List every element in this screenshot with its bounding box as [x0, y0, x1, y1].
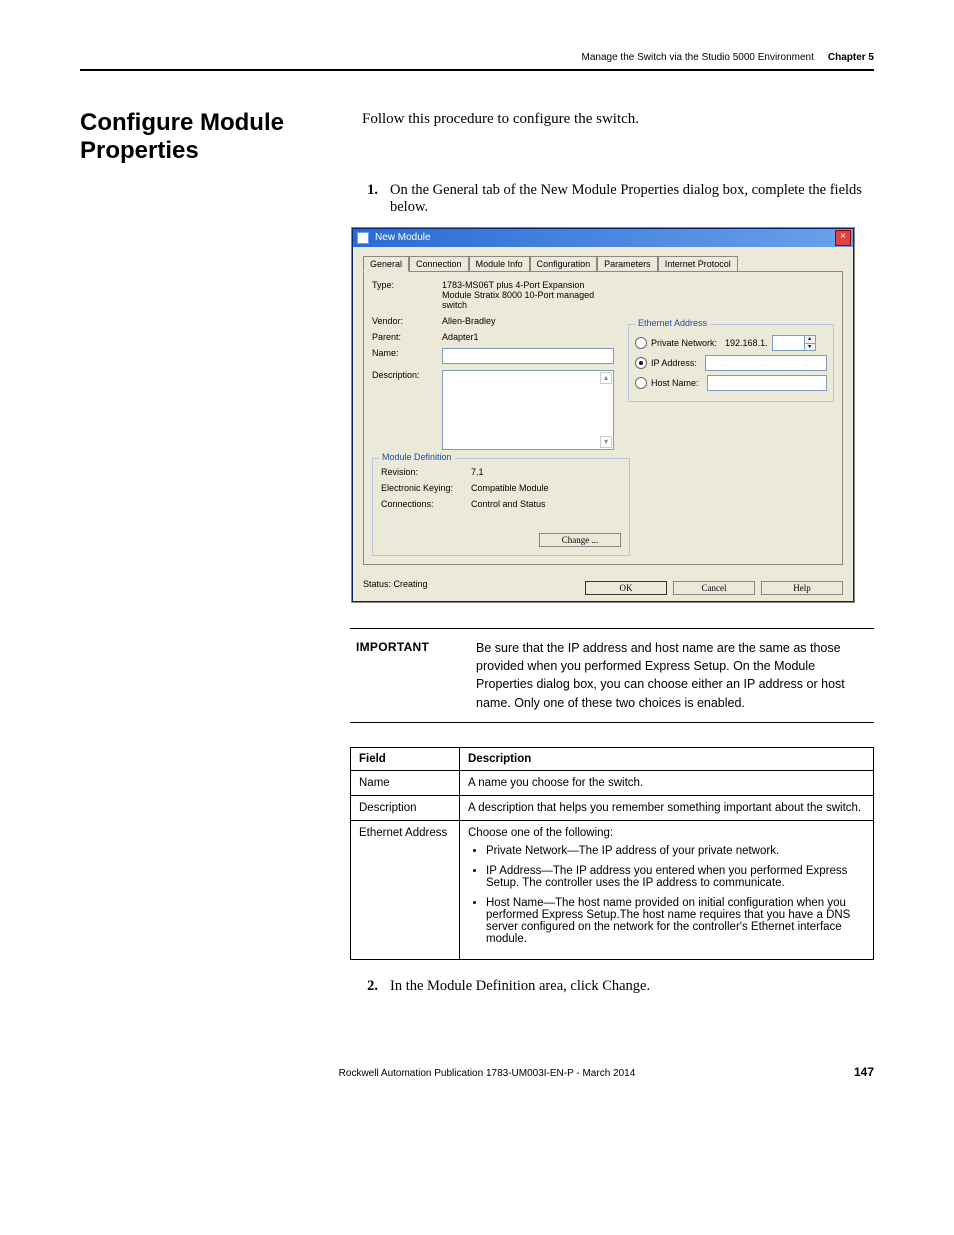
- cell-desc-list: Private Network—The IP address of your p…: [468, 845, 865, 945]
- cell-desc: A name you choose for the switch.: [460, 770, 874, 795]
- list-item: IP Address—The IP address you entered wh…: [486, 865, 865, 889]
- private-network-label: Private Network:: [651, 338, 717, 348]
- cell-field: Description: [351, 795, 460, 820]
- module-definition-group: Module Definition Revision: 7.1 Electron…: [372, 458, 630, 556]
- step-list-2: 2. In the Module Definition area, click …: [362, 978, 874, 995]
- page-number: 147: [854, 1065, 874, 1079]
- scroll-up-icon[interactable]: ▴: [600, 372, 612, 384]
- page: Manage the Switch via the Studio 5000 En…: [0, 0, 954, 1119]
- list-item: Host Name—The host name provided on init…: [486, 897, 865, 945]
- scroll-down-icon[interactable]: ▾: [600, 436, 612, 448]
- host-name-radio[interactable]: [635, 377, 647, 389]
- connections-label: Connections:: [381, 499, 471, 509]
- ip-address-radio[interactable]: [635, 357, 647, 369]
- connections-value: Control and Status: [471, 499, 621, 509]
- running-header: Manage the Switch via the Studio 5000 En…: [80, 52, 874, 71]
- dialog-footer: Status: Creating OK Cancel Help: [363, 573, 843, 595]
- type-label: Type:: [372, 280, 442, 310]
- private-network-row[interactable]: Private Network: 192.168.1. ▴▾: [635, 335, 827, 351]
- ethernet-legend: Ethernet Address: [635, 318, 710, 328]
- electronic-keying-label: Electronic Keying:: [381, 483, 471, 493]
- dialog-title: New Module: [375, 229, 431, 247]
- table-row: Name A name you choose for the switch.: [351, 770, 874, 795]
- description-label: Description:: [372, 370, 442, 450]
- field-table: Field Description Name A name you choose…: [350, 747, 874, 960]
- private-network-radio[interactable]: [635, 337, 647, 349]
- important-callout: IMPORTANT Be sure that the IP address an…: [350, 628, 874, 723]
- vendor-label: Vendor:: [372, 316, 442, 326]
- step-list: 1. On the General tab of the New Module …: [362, 182, 874, 216]
- revision-value: 7.1: [471, 467, 621, 477]
- list-item: Private Network—The IP address of your p…: [486, 845, 865, 857]
- cell-field: Name: [351, 770, 460, 795]
- window-icon: [357, 232, 369, 244]
- th-description: Description: [460, 747, 874, 770]
- host-name-row[interactable]: Host Name:: [635, 375, 827, 391]
- th-field: Field: [351, 747, 460, 770]
- vendor-value: Allen-Bradley: [442, 316, 614, 326]
- tab-module-info[interactable]: Module Info: [469, 256, 530, 272]
- ip-address-input[interactable]: ...: [705, 355, 827, 371]
- new-module-dialog: New Module × General Connection Module I…: [352, 228, 854, 602]
- parent-value: Adapter1: [442, 332, 614, 342]
- private-network-spinner[interactable]: ▴▾: [772, 335, 816, 351]
- page-footer: Rockwell Automation Publication 1783-UM0…: [80, 1065, 874, 1079]
- change-button[interactable]: Change ...: [539, 533, 621, 547]
- tab-general[interactable]: General: [363, 256, 409, 272]
- table-header-row: Field Description: [351, 747, 874, 770]
- ip-address-row[interactable]: IP Address: ...: [635, 355, 827, 371]
- status-value: Creating: [394, 579, 428, 589]
- tab-configuration[interactable]: Configuration: [530, 256, 598, 272]
- table-row: Description A description that helps you…: [351, 795, 874, 820]
- title-row: Configure Module Properties Follow this …: [80, 109, 874, 164]
- cell-desc: A description that helps you remember so…: [460, 795, 874, 820]
- type-value: 1783-MS06T plus 4-Port Expansion Module …: [442, 280, 614, 310]
- cancel-button[interactable]: Cancel: [673, 581, 755, 595]
- header-crumb: Manage the Switch via the Studio 5000 En…: [582, 52, 814, 63]
- module-definition-legend: Module Definition: [379, 452, 455, 462]
- dialog-tabs: General Connection Module Info Configura…: [363, 255, 843, 271]
- tab-connection[interactable]: Connection: [409, 256, 469, 272]
- table-row: Ethernet Address Choose one of the follo…: [351, 820, 874, 959]
- publication-info: Rockwell Automation Publication 1783-UM0…: [120, 1068, 854, 1079]
- step-1-text: On the General tab of the New Module Pro…: [390, 182, 874, 216]
- close-icon[interactable]: ×: [835, 230, 851, 246]
- step-2-number: 2.: [362, 978, 378, 995]
- description-input[interactable]: ▴ ▾: [442, 370, 614, 450]
- ip-address-label: IP Address:: [651, 358, 697, 368]
- revision-label: Revision:: [381, 467, 471, 477]
- step-2: 2. In the Module Definition area, click …: [362, 978, 874, 995]
- ok-button[interactable]: OK: [585, 581, 667, 595]
- step-2-text: In the Module Definition area, click Cha…: [390, 978, 874, 995]
- name-label: Name:: [372, 348, 442, 364]
- tab-parameters[interactable]: Parameters: [597, 256, 658, 272]
- private-network-prefix: 192.168.1.: [725, 338, 768, 348]
- tab-panel-general: Type: 1783-MS06T plus 4-Port Expansion M…: [363, 271, 843, 565]
- header-chapter: Chapter 5: [828, 52, 874, 63]
- important-label: IMPORTANT: [356, 639, 448, 712]
- host-name-input[interactable]: [707, 375, 827, 391]
- name-input[interactable]: [442, 348, 614, 364]
- step-1: 1. On the General tab of the New Module …: [362, 182, 874, 216]
- section-title: Configure Module Properties: [80, 109, 340, 164]
- cell-desc: Choose one of the following: Private Net…: [460, 820, 874, 959]
- intro-text: Follow this procedure to configure the s…: [362, 109, 874, 164]
- host-name-label: Host Name:: [651, 378, 699, 388]
- cell-desc-intro: Choose one of the following:: [468, 827, 613, 839]
- important-text: Be sure that the IP address and host nam…: [476, 639, 868, 712]
- step-1-number: 1.: [362, 182, 378, 216]
- electronic-keying-value: Compatible Module: [471, 483, 621, 493]
- cell-field: Ethernet Address: [351, 820, 460, 959]
- content-column: 1. On the General tab of the New Module …: [350, 182, 874, 995]
- status-label: Status:: [363, 579, 391, 589]
- dialog-titlebar[interactable]: New Module ×: [353, 229, 853, 247]
- tab-internet-protocol[interactable]: Internet Protocol: [658, 256, 738, 272]
- ethernet-address-group: Ethernet Address Private Network: 192.16…: [628, 324, 834, 402]
- parent-label: Parent:: [372, 332, 442, 342]
- help-button[interactable]: Help: [761, 581, 843, 595]
